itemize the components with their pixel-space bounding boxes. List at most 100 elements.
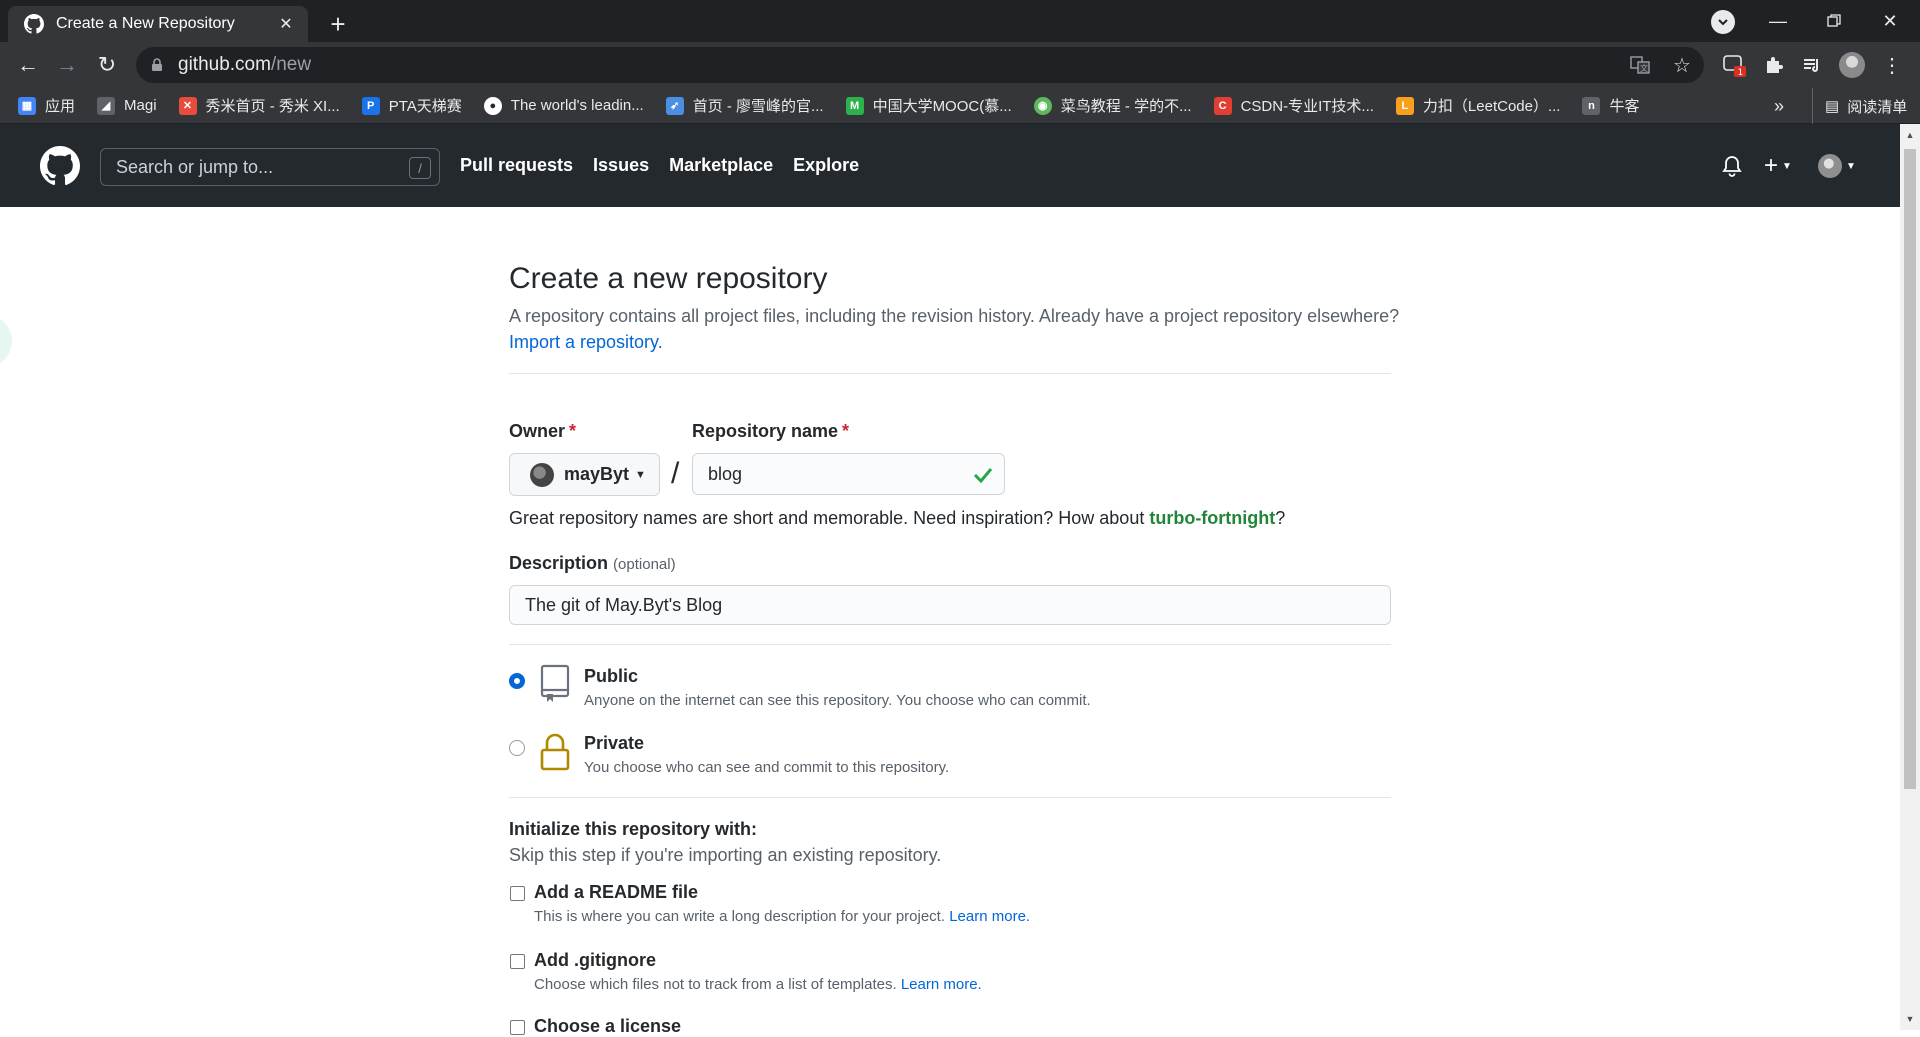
nav-issues[interactable]: Issues	[593, 155, 649, 176]
repository-name-input[interactable]: blog	[692, 453, 1005, 495]
user-avatar-menu[interactable]: ▼	[1818, 152, 1856, 180]
page-scrollbar[interactable]: ▲ ▼	[1900, 124, 1920, 1030]
readme-learn-more-link[interactable]: Learn more.	[949, 908, 1030, 925]
repo-book-icon	[539, 664, 571, 704]
public-radio[interactable]	[509, 673, 525, 689]
license-checkbox[interactable]	[510, 1020, 525, 1035]
owner-value: mayByt	[564, 464, 630, 484]
name-suggestion-link[interactable]: turbo-fortnight	[1149, 508, 1275, 528]
gitignore-checkbox[interactable]	[510, 954, 525, 969]
translate-icon[interactable]: 文	[1626, 51, 1654, 79]
bookmark-mooc[interactable]: M 中国大学MOOC(慕...	[845, 95, 1012, 116]
bookmark-runoob[interactable]: ◉ 菜鸟教程 - 学的不...	[1033, 95, 1192, 116]
scrollbar-thumb[interactable]	[1904, 149, 1916, 789]
init-subtext: Skip this step if you're importing an ex…	[509, 845, 942, 865]
plus-caret-icon: ▼	[1782, 160, 1792, 172]
reload-icon[interactable]: ↻	[91, 49, 123, 81]
divider	[509, 373, 1391, 374]
owner-label: Owner *	[509, 421, 577, 441]
lock-icon	[150, 58, 164, 72]
runoob-icon: ◉	[1033, 96, 1052, 115]
github-nav: Pull requests Issues Marketplace Explore	[460, 124, 879, 207]
divider	[509, 797, 1391, 798]
nav-pull-requests[interactable]: Pull requests	[460, 155, 573, 176]
readme-checkbox[interactable]	[510, 886, 525, 901]
gitignore-learn-more-link[interactable]: Learn more.	[901, 976, 982, 993]
back-icon[interactable]: ←	[12, 49, 44, 81]
extensions-puzzle-icon[interactable]	[1758, 49, 1790, 81]
media-control-icon[interactable]	[1796, 49, 1828, 81]
bookmark-github[interactable]: ● The world's leadin...	[483, 96, 644, 115]
reading-list-label: 阅读清单	[1847, 98, 1908, 116]
search-placeholder: Search or jump to...	[116, 156, 274, 177]
address-bar[interactable]: github.com/new 文 ☆	[136, 47, 1704, 83]
tab-search-icon[interactable]	[1711, 10, 1735, 34]
notifications-bell-icon[interactable]	[1722, 152, 1742, 180]
bookmark-leetcode[interactable]: L 力扣（LeetCode）...	[1395, 95, 1560, 116]
window-close-icon[interactable]: ✕	[1860, 0, 1920, 42]
owner-select[interactable]: mayByt ▼	[509, 453, 660, 496]
description-input[interactable]: The git of May.Byt's Blog	[509, 585, 1391, 625]
description-value: The git of May.Byt's Blog	[525, 594, 723, 615]
new-tab-button[interactable]: +	[322, 8, 354, 40]
rocket-icon: ➶	[665, 96, 684, 115]
minimize-icon[interactable]: —	[1748, 0, 1808, 42]
nowcoder-icon: n	[1582, 96, 1601, 115]
import-repository-link[interactable]: Import a repository.	[509, 332, 663, 352]
browser-tab-strip: Create a New Repository ✕ + — ✕	[0, 0, 1920, 42]
restore-icon[interactable]	[1804, 0, 1864, 42]
browser-menu-icon[interactable]: ⋮	[1876, 49, 1908, 81]
bookmark-nowcoder[interactable]: n 牛客	[1582, 95, 1640, 116]
nav-marketplace[interactable]: Marketplace	[669, 155, 773, 176]
owner-caret-icon: ▼	[635, 468, 646, 481]
svg-text:文: 文	[1640, 63, 1648, 73]
floating-widget[interactable]	[0, 315, 12, 367]
mooc-icon: M	[845, 96, 864, 115]
scroll-up-icon[interactable]: ▲	[1900, 126, 1920, 144]
init-heading: Initialize this repository with:	[509, 819, 758, 839]
bookmarks-bar: ▦ 应用 ◢ Magi ✕ 秀米首页 - 秀米 XI... P PTA天梯赛 ● The …	[0, 88, 1920, 124]
bookmark-pta[interactable]: P PTA天梯赛	[361, 95, 462, 116]
name-hint: Great repository names are short and mem…	[509, 508, 1286, 528]
license-title: Choose a license	[534, 1016, 682, 1036]
magi-icon: ◢	[97, 96, 116, 115]
leetcode-icon: L	[1395, 96, 1414, 115]
bookmarks-overflow-icon[interactable]: »	[1774, 88, 1784, 124]
profile-avatar-icon[interactable]	[1836, 49, 1868, 81]
github-favicon-icon	[24, 14, 44, 34]
repo-name-label: Repository name *	[692, 421, 850, 441]
svg-text:1: 1	[1738, 68, 1744, 78]
create-new-plus-icon[interactable]: + ▼	[1764, 152, 1792, 180]
bookmark-star-icon[interactable]: ☆	[1668, 51, 1696, 79]
github-search-input[interactable]: Search or jump to... /	[100, 148, 440, 186]
github-header: Search or jump to... / Pull requests Iss…	[0, 124, 1900, 207]
reading-list-icon: ▤	[1825, 98, 1840, 115]
private-title: Private	[584, 733, 645, 753]
private-description: You choose who can see and commit to thi…	[584, 759, 950, 776]
page-subtitle: A repository contains all project files,…	[509, 306, 1400, 352]
search-shortcut-key: /	[409, 157, 431, 179]
url-text: github.com/new	[178, 54, 312, 75]
page-title: Create a new repository	[509, 262, 828, 295]
bookmark-liaoxuefeng[interactable]: ➶ 首页 - 廖雪峰的官...	[665, 95, 824, 116]
browser-toolbar: ← → ↻ github.com/new 文 ☆ 1 ⋮	[0, 42, 1920, 88]
bookmark-apps[interactable]: ▦ 应用	[18, 95, 75, 116]
pta-icon: P	[361, 96, 380, 115]
nav-explore[interactable]: Explore	[793, 155, 859, 176]
owner-repo-separator: /	[671, 457, 680, 490]
extension-badge-icon[interactable]: 1	[1718, 49, 1750, 81]
public-description: Anyone on the internet can see this repo…	[584, 692, 1091, 709]
github-logo-icon[interactable]	[40, 146, 80, 186]
browser-tab[interactable]: Create a New Repository ✕	[8, 6, 308, 42]
bookmark-xiumi[interactable]: ✕ 秀米首页 - 秀米 XI...	[178, 95, 340, 116]
bookmark-csdn[interactable]: C CSDN-专业IT技术...	[1213, 95, 1374, 116]
scroll-down-icon[interactable]: ▼	[1900, 1010, 1920, 1028]
valid-check-icon	[972, 464, 994, 486]
divider	[509, 644, 1391, 645]
private-radio[interactable]	[509, 740, 525, 756]
bookmark-magi[interactable]: ◢ Magi	[97, 96, 157, 115]
tab-close-icon[interactable]: ✕	[276, 14, 296, 34]
forward-icon[interactable]: →	[51, 49, 83, 81]
description-label: Description (optional)	[509, 553, 676, 573]
reading-list-button[interactable]: ▤ 阅读清单	[1812, 88, 1907, 124]
